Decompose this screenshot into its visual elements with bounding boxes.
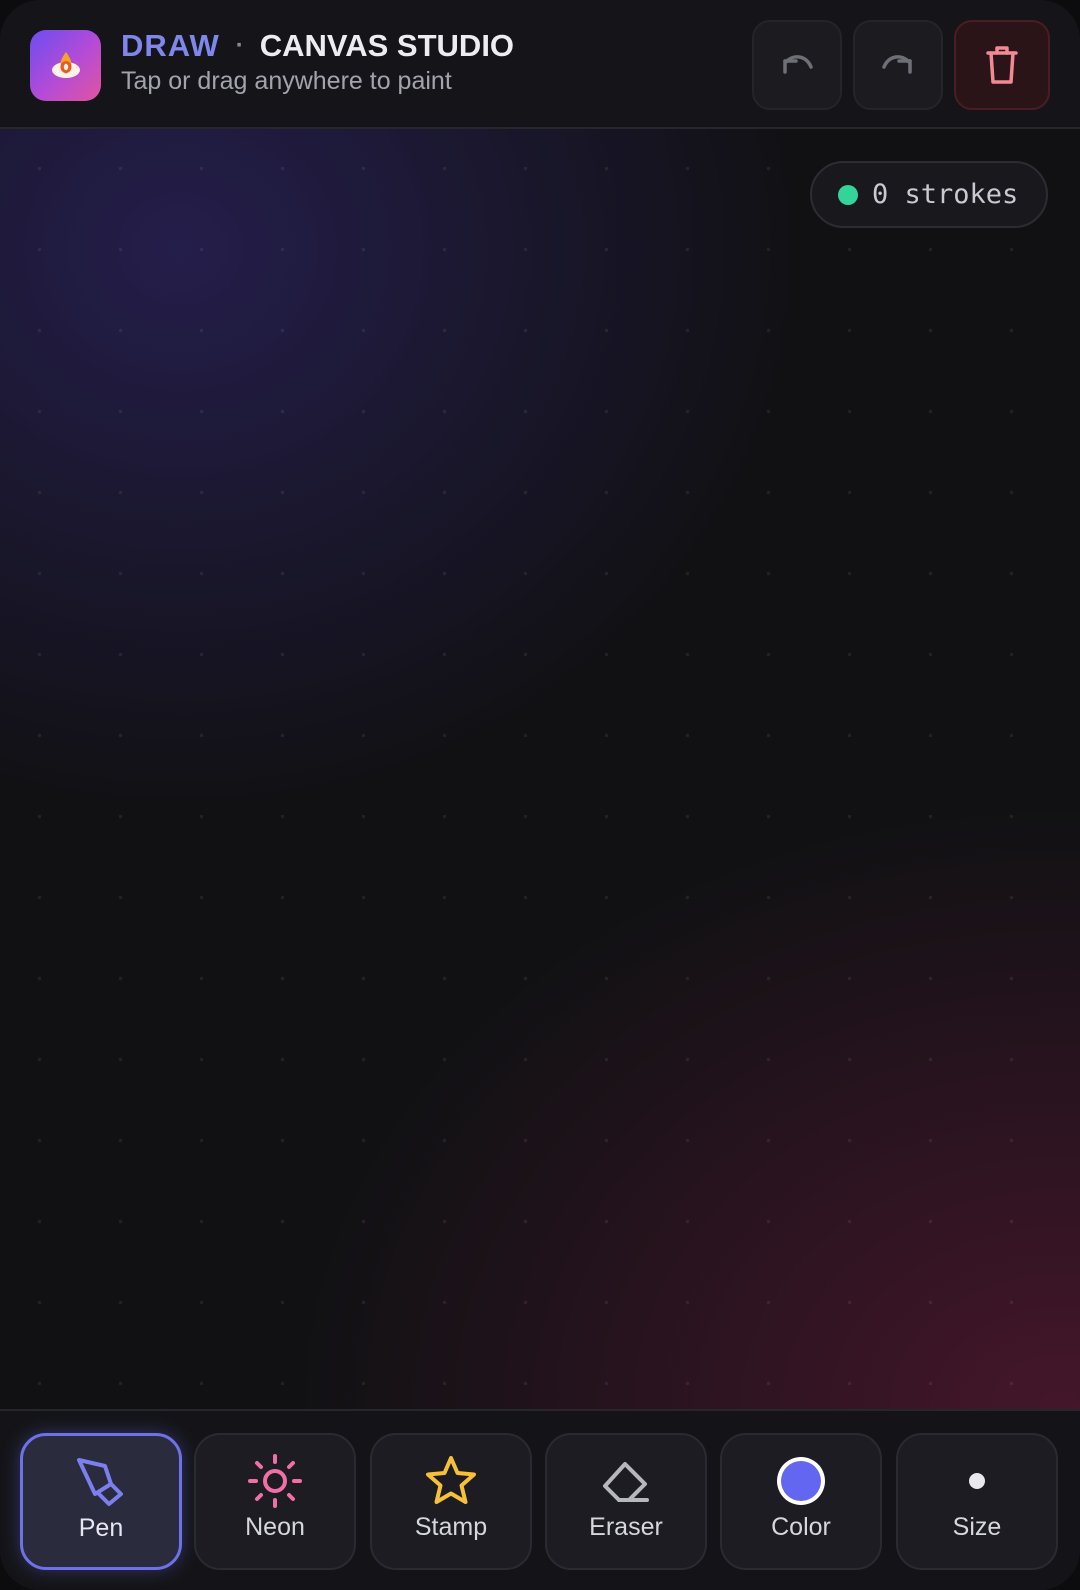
tool-size[interactable]: Size [896,1433,1058,1570]
tool-pen[interactable]: Pen [20,1433,182,1570]
tool-label: Pen [78,1514,124,1542]
brush-size-icon [969,1473,985,1489]
palette-logo-icon [51,51,80,78]
app-subtitle: Tap or drag anywhere to paint [121,67,452,95]
redo-icon [882,55,912,74]
tool-label: Eraser [589,1513,663,1541]
eraser-icon [603,1462,649,1502]
undo-icon [783,55,813,74]
title-separator: · [235,32,244,59]
tool-label: Color [771,1513,831,1541]
color-swatch-icon [777,1457,825,1505]
redo-button[interactable] [853,20,943,110]
trash-icon [986,46,1018,84]
canvas-dot-grid [0,129,1080,1409]
tool-bar: Pen Neon Stamp Eraser Color Size [0,1409,1080,1590]
drawing-app: DRAW · CANVAS STUDIO Tap or drag anywher… [0,0,1080,1590]
tool-color[interactable]: Color [720,1433,882,1570]
tool-eraser[interactable]: Eraser [545,1433,707,1570]
clear-canvas-button[interactable] [954,20,1050,110]
app-header: DRAW · CANVAS STUDIO Tap or drag anywher… [0,0,1080,129]
tool-label: Stamp [414,1513,488,1541]
stroke-count: 0 strokes [872,179,1019,210]
app-title: DRAW · CANVAS STUDIO [121,27,514,65]
drawing-canvas[interactable]: 0 strokes [0,129,1080,1409]
undo-button[interactable] [752,20,842,110]
tool-label: Size [952,1513,1002,1541]
pen-icon [77,1458,123,1506]
stroke-counter: 0 strokes [810,161,1048,228]
tool-label: Neon [245,1513,305,1541]
app-name: CANVAS STUDIO [259,28,515,63]
app-logo [30,30,101,101]
tool-stamp[interactable]: Stamp [370,1433,532,1570]
star-icon [426,1456,476,1504]
brand-name: DRAW [121,28,220,63]
sun-icon [248,1454,302,1508]
tool-neon[interactable]: Neon [194,1433,356,1570]
status-dot-icon [838,184,858,205]
